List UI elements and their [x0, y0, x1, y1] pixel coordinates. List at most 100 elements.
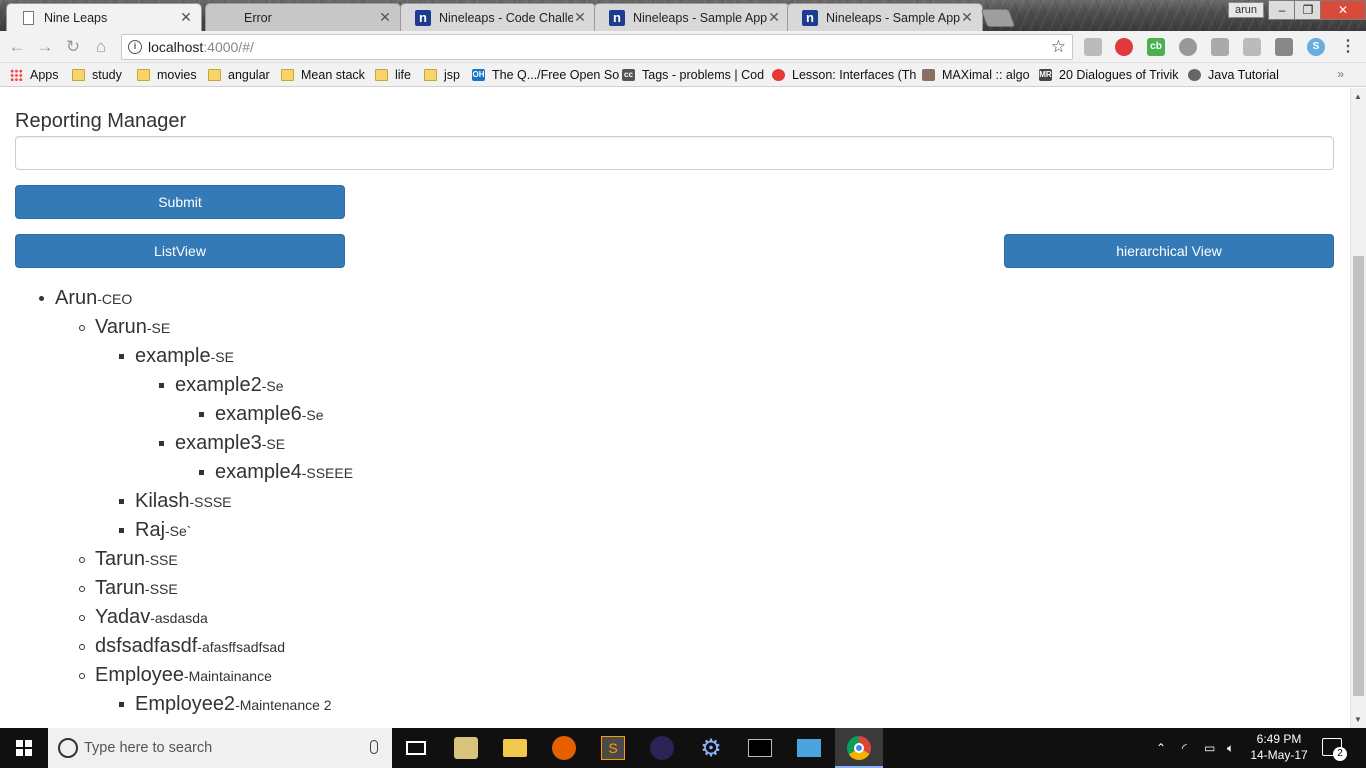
- pdf-extension-icon[interactable]: [1243, 38, 1261, 56]
- eclipse-icon[interactable]: [648, 734, 676, 762]
- music-extension-icon[interactable]: [1211, 38, 1229, 56]
- reporting-manager-label: Reporting Manager: [15, 110, 187, 132]
- bookmark-java-interfaces[interactable]: Lesson: Interfaces (Th: [772, 67, 922, 83]
- show-hidden-icons[interactable]: ⌃: [1156, 728, 1166, 768]
- tab-error[interactable]: Error ✕: [205, 3, 401, 31]
- list-bullet-icon: [79, 673, 85, 679]
- bookmark-apps[interactable]: Apps: [10, 67, 59, 83]
- close-window-button[interactable]: ✕: [1320, 0, 1366, 20]
- tab-code-challenge[interactable]: n Nineleaps - Code Challe ✕: [400, 3, 596, 31]
- scrollbar-thumb[interactable]: [1353, 256, 1364, 696]
- bookmark-folder-movies[interactable]: movies: [137, 67, 197, 83]
- tree-node: example-SE: [119, 344, 234, 368]
- bookmark-folder-jsp[interactable]: jsp: [424, 67, 460, 83]
- openhub-icon: OH: [472, 69, 485, 81]
- scroll-down-icon[interactable]: ▼: [1354, 715, 1362, 724]
- taskbar-clock[interactable]: 6:49 PM 14-May-17: [1246, 731, 1312, 763]
- close-icon[interactable]: ✕: [960, 9, 974, 26]
- minimize-button[interactable]: –: [1268, 0, 1296, 20]
- menu-icon[interactable]: ⋮: [1339, 38, 1357, 56]
- info-icon[interactable]: i: [128, 40, 142, 54]
- home-icon[interactable]: ⌂: [90, 36, 112, 58]
- cast-icon[interactable]: [1084, 38, 1102, 56]
- address-bar[interactable]: i localhost:4000/#/ ☆: [121, 34, 1073, 60]
- bookmark-dialogues[interactable]: MR 20 Dialogues of Trivik: [1039, 67, 1182, 83]
- tree-node: Kilash-SSSE: [119, 489, 232, 513]
- page-scrollbar[interactable]: ▲ ▼: [1350, 88, 1366, 728]
- bookmark-openhub[interactable]: OH The Q.../Free Open So: [472, 67, 627, 83]
- file-explorer-icon[interactable]: [501, 734, 529, 762]
- forward-icon[interactable]: →: [34, 36, 56, 58]
- tab-sample-app-2[interactable]: n Nineleaps - Sample App ✕: [787, 3, 983, 31]
- tree-node: Yadav-asdasda: [79, 605, 208, 629]
- tab-title: Nineleaps - Code Challe: [439, 10, 573, 25]
- list-bullet-icon: [79, 557, 85, 563]
- adblock-icon[interactable]: [1115, 38, 1133, 56]
- taskbar-search-box[interactable]: Type here to search: [48, 728, 392, 768]
- reporting-manager-input[interactable]: [15, 136, 1334, 170]
- bookmark-label: angular: [228, 68, 270, 82]
- back-icon[interactable]: ←: [6, 36, 28, 58]
- command-prompt-icon[interactable]: [746, 734, 774, 762]
- bookmark-folder-angular[interactable]: angular: [208, 67, 270, 83]
- bookmark-folder-study[interactable]: study: [72, 67, 122, 83]
- start-button[interactable]: [0, 728, 48, 768]
- bookmark-tags-problems[interactable]: cc Tags - problems | Cod: [622, 67, 772, 83]
- block-icon[interactable]: [1179, 38, 1197, 56]
- bookmark-folder-mean-stack[interactable]: Mean stack: [281, 67, 365, 83]
- scroll-up-icon[interactable]: ▲: [1354, 92, 1362, 101]
- employee-role: -CEO: [97, 291, 133, 307]
- settings-gear-icon[interactable]: ⚙: [697, 734, 725, 762]
- bookmark-java-tutorial[interactable]: Java Tutorial: [1188, 67, 1279, 83]
- tree-node: Varun-SE: [79, 315, 171, 339]
- close-icon[interactable]: ✕: [179, 9, 193, 26]
- employee-role: -SSSE: [189, 494, 232, 510]
- remote-desktop-icon[interactable]: [795, 734, 823, 762]
- employee-role: -Se: [301, 407, 324, 423]
- employee-role: -Se: [261, 378, 284, 394]
- tab-nine-leaps[interactable]: Nine Leaps ✕: [6, 3, 202, 31]
- firefox-icon[interactable]: [550, 734, 578, 762]
- skype-icon[interactable]: S: [1307, 38, 1325, 56]
- clock-time: 6:49 PM: [1256, 732, 1302, 746]
- list-bullet-icon: [199, 470, 204, 475]
- restore-button[interactable]: ❐: [1294, 0, 1322, 20]
- codechef-icon: cc: [622, 69, 635, 81]
- employee-role: -SE: [210, 349, 234, 365]
- employee-name: Kilash: [135, 490, 190, 512]
- close-icon[interactable]: ✕: [767, 9, 781, 26]
- close-icon[interactable]: ✕: [573, 9, 587, 26]
- list-view-button[interactable]: ListView: [15, 234, 345, 268]
- employee-name: Employee: [95, 664, 184, 686]
- volume-icon[interactable]: 🔈︎: [1227, 728, 1234, 768]
- microphone-icon[interactable]: [370, 740, 378, 754]
- employee-role: -SSE: [145, 552, 178, 568]
- profile-button[interactable]: arun: [1228, 2, 1265, 18]
- bookmark-folder-life[interactable]: life: [375, 67, 411, 83]
- hierarchical-view-button[interactable]: hierarchical View: [1004, 234, 1334, 268]
- bookmark-maximal[interactable]: MAXimal :: algo: [922, 67, 1030, 83]
- tomcat-icon[interactable]: [452, 734, 480, 762]
- maximal-icon: [922, 69, 935, 81]
- close-icon[interactable]: ✕: [378, 9, 392, 26]
- wifi-icon[interactable]: ◜: [1182, 728, 1187, 768]
- reload-icon[interactable]: ↻: [62, 36, 84, 58]
- clock-date: 14-May-17: [1250, 748, 1308, 762]
- battery-icon[interactable]: ▭: [1204, 728, 1215, 768]
- tab-sample-app-1[interactable]: n Nineleaps - Sample App ✕: [594, 3, 790, 31]
- employee-role: -SE: [146, 320, 171, 336]
- sublime-text-icon[interactable]: S: [599, 734, 627, 762]
- task-view-icon[interactable]: [402, 734, 430, 762]
- search-placeholder: Type here to search: [84, 740, 213, 756]
- cb-extension-icon[interactable]: cb: [1147, 38, 1165, 56]
- bookmark-star-icon[interactable]: ☆: [1051, 35, 1066, 59]
- employee-name: Tarun: [95, 548, 146, 570]
- submit-button[interactable]: Submit: [15, 185, 345, 219]
- employee-name: Yadav: [95, 606, 151, 628]
- more-bookmarks-icon[interactable]: »: [1337, 67, 1344, 81]
- database-extension-icon[interactable]: [1275, 38, 1293, 56]
- action-center-icon[interactable]: 2: [1322, 738, 1347, 761]
- list-bullet-icon: [119, 528, 124, 533]
- browser-tab-strip: Nine Leaps ✕ Error ✕ n Nineleaps - Code …: [0, 0, 1366, 31]
- employee-name: Arun: [55, 287, 98, 309]
